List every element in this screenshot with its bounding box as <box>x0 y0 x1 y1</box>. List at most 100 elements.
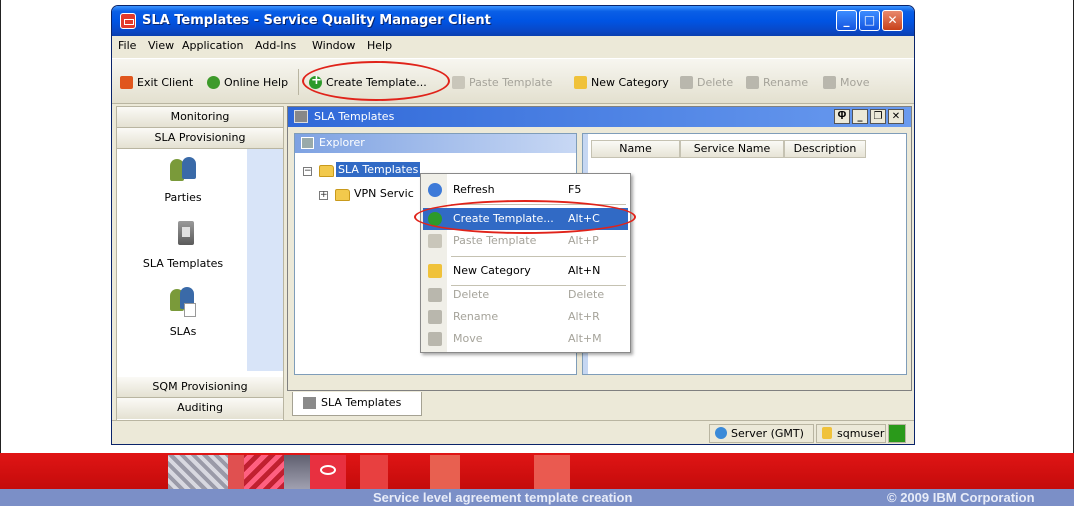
menu-file[interactable]: File <box>118 39 136 52</box>
folder-icon <box>319 165 334 177</box>
paste-template-label: Paste Template <box>469 75 553 89</box>
delete-icon <box>680 75 693 89</box>
menu-help[interactable]: Help <box>367 39 392 52</box>
frame-title-bar[interactable]: SLA Templates Ⴔ _ ❐ ✕ <box>288 107 911 127</box>
paste-icon <box>428 234 442 248</box>
pin-button[interactable]: Ⴔ <box>834 109 850 124</box>
frame-title: SLA Templates <box>314 110 395 123</box>
move-icon <box>823 75 836 89</box>
exit-icon <box>120 75 133 89</box>
tree-node-sla-templates[interactable]: SLA Templates <box>336 162 421 177</box>
tab-label: SLA Templates <box>321 396 402 409</box>
slas-icon[interactable] <box>168 287 198 317</box>
tab-sla-templates[interactable]: SLA Templates <box>292 392 422 416</box>
banner-tile <box>430 455 460 489</box>
sla-templates-icon[interactable] <box>168 219 198 249</box>
globe-icon <box>715 427 727 439</box>
collapse-toggle[interactable]: − <box>303 167 312 176</box>
highlight-ellipse <box>414 200 636 234</box>
banner-tile <box>244 455 284 489</box>
banner-tile <box>360 455 388 489</box>
nav-panel: Parties SLA Templates SLAs <box>117 149 283 371</box>
frame-restore-button[interactable]: ❐ <box>870 109 886 124</box>
parties-icon[interactable] <box>168 155 198 185</box>
online-help-label: Online Help <box>224 75 289 89</box>
exit-client-button[interactable]: Exit Client <box>120 73 193 91</box>
menu-add-ins[interactable]: Add-Ins <box>255 39 296 52</box>
frame-minimize-button[interactable]: _ <box>852 109 868 124</box>
folder-icon <box>335 189 350 201</box>
app-icon <box>120 13 136 29</box>
move-button[interactable]: Move <box>823 73 870 91</box>
connection-indicator <box>888 424 906 443</box>
explorer-icon <box>301 137 314 149</box>
exit-client-label: Exit Client <box>137 75 194 89</box>
nav-sla-provisioning[interactable]: SLA Provisioning <box>117 128 283 149</box>
nav-auditing[interactable]: Auditing <box>117 398 283 419</box>
online-help-button[interactable]: Online Help <box>207 73 288 91</box>
server-label: Server (GMT) <box>731 427 804 440</box>
footer-caption-bar: Service level agreement template creatio… <box>0 489 1074 506</box>
menu-item-rename[interactable]: Rename Alt+R <box>423 306 628 328</box>
delete-button[interactable]: Delete <box>680 73 733 91</box>
help-icon <box>207 75 220 89</box>
left-navigation: Monitoring SLA Provisioning Parties SLA … <box>116 106 284 426</box>
maximize-button[interactable]: □ <box>859 10 880 31</box>
minimize-button[interactable]: _ <box>836 10 857 31</box>
menu-separator <box>451 256 626 257</box>
new-category-label: New Category <box>591 75 669 89</box>
menu-item-new-category[interactable]: New Category Alt+N <box>423 260 628 282</box>
nav-item-parties[interactable]: Parties <box>117 191 249 204</box>
tab-icon <box>303 397 316 409</box>
highlight-ellipse <box>302 61 450 101</box>
move-label: Move <box>840 75 870 89</box>
new-category-icon <box>574 75 587 89</box>
menu-bar: File View Application Add-Ins Window Hel… <box>112 36 914 56</box>
user-label: sqmuser <box>837 427 885 440</box>
rename-button[interactable]: Rename <box>746 73 808 91</box>
footer-copyright: © 2009 IBM Corporation <box>887 490 1035 505</box>
nav-item-slas[interactable]: SLAs <box>117 325 249 338</box>
close-button[interactable]: ✕ <box>882 10 903 31</box>
title-bar[interactable]: SLA Templates - Service Quality Manager … <box>112 6 914 36</box>
expand-toggle[interactable]: + <box>319 191 328 200</box>
tree-node-vpn-services[interactable]: VPN Servic <box>354 187 414 200</box>
toolbar: Exit Client Online Help Create Template.… <box>112 58 914 104</box>
paste-icon <box>452 75 465 89</box>
explorer-title: Explorer <box>319 136 365 149</box>
user-status: sqmuser <box>816 424 886 443</box>
banner-tile <box>534 455 570 489</box>
menu-item-move[interactable]: Move Alt+M <box>423 328 628 350</box>
nav-item-sla-templates[interactable]: SLA Templates <box>117 257 249 270</box>
menu-item-delete[interactable]: Delete Delete <box>423 284 628 306</box>
refresh-icon <box>428 183 442 197</box>
footer-caption: Service level agreement template creatio… <box>373 490 633 505</box>
paste-template-button[interactable]: Paste Template <box>452 73 552 91</box>
toolbar-separator <box>298 69 299 95</box>
column-header-service-name[interactable]: Service Name <box>680 140 784 158</box>
nav-monitoring[interactable]: Monitoring <box>117 107 283 128</box>
menu-view[interactable]: View <box>148 39 174 52</box>
banner-tile <box>310 455 346 489</box>
delete-icon <box>428 288 442 302</box>
rename-icon <box>746 75 759 89</box>
banner-tile <box>168 455 228 489</box>
move-icon <box>428 332 442 346</box>
nav-sqm-provisioning[interactable]: SQM Provisioning <box>117 377 283 398</box>
window-title: SLA Templates - Service Quality Manager … <box>142 13 491 28</box>
menu-item-refresh[interactable]: Refresh F5 <box>423 179 628 201</box>
delete-label: Delete <box>697 75 734 89</box>
menu-application[interactable]: Application <box>182 39 243 52</box>
menu-window[interactable]: Window <box>312 39 355 52</box>
column-header-description[interactable]: Description <box>784 140 866 158</box>
new-category-icon <box>428 264 442 278</box>
explorer-header: Explorer <box>295 134 576 153</box>
rename-label: Rename <box>763 75 809 89</box>
column-header-name[interactable]: Name <box>591 140 680 158</box>
footer-banner <box>0 453 1074 489</box>
frame-icon <box>294 110 308 123</box>
new-category-button[interactable]: New Category <box>574 73 669 91</box>
rename-icon <box>428 310 442 324</box>
server-status: Server (GMT) <box>709 424 814 443</box>
frame-close-button[interactable]: ✕ <box>888 109 904 124</box>
